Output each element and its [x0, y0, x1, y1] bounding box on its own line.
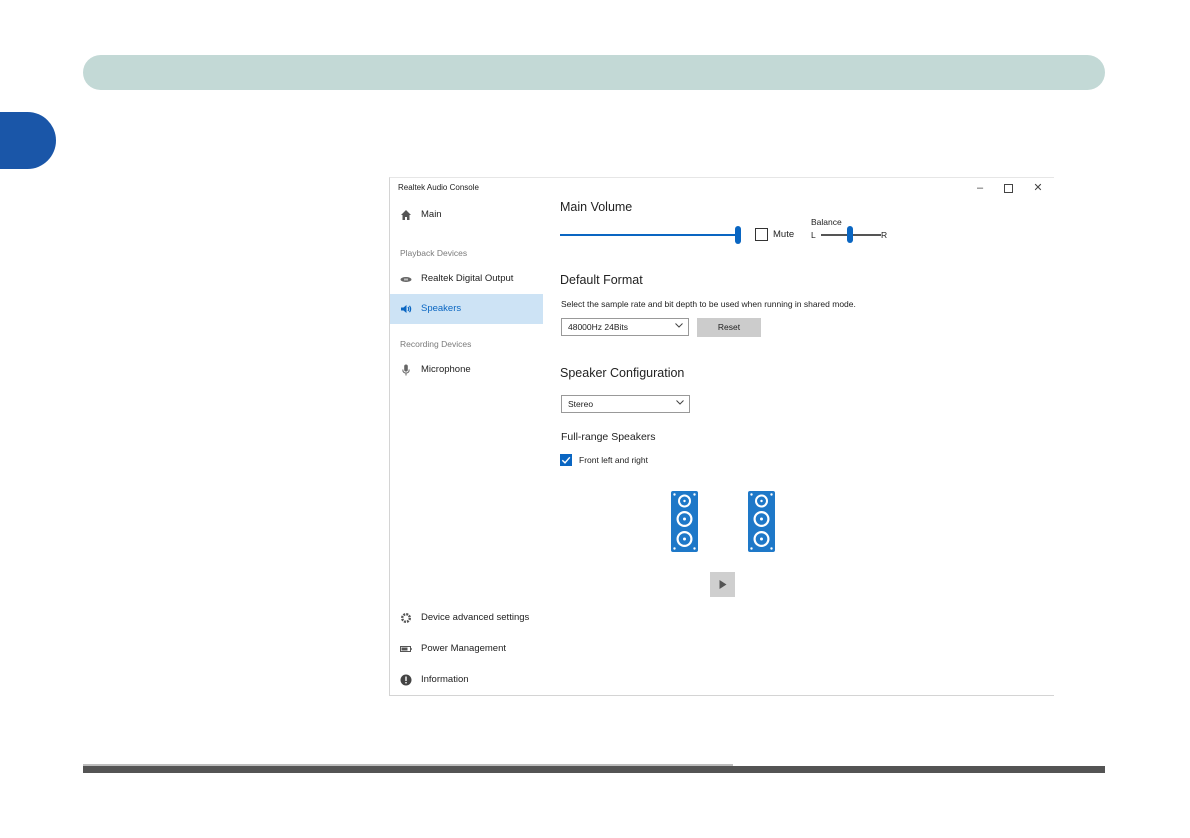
gear-icon	[401, 613, 411, 623]
page-header-banner	[83, 55, 1105, 90]
speaker-configuration-value: Stereo	[568, 399, 594, 409]
sidebar-item-main[interactable]: Main	[390, 200, 543, 230]
speaker-icon	[401, 305, 412, 313]
balance-slider-thumb[interactable]	[847, 226, 853, 243]
sidebar-item-label: Microphone	[421, 364, 471, 375]
chapter-tab	[0, 112, 56, 169]
home-icon	[401, 210, 411, 220]
front-right-speaker-icon[interactable]	[748, 491, 775, 552]
close-button[interactable]: ✕	[1024, 180, 1052, 196]
mute-checkbox[interactable]	[755, 228, 768, 241]
sidebar-item-information[interactable]: Information	[390, 665, 543, 695]
full-range-speakers-title: Full-range Speakers	[561, 431, 656, 443]
title-bar: Realtek Audio Console – ✕	[390, 178, 1054, 198]
sidebar-item-label: Speakers	[421, 303, 462, 314]
recording-devices-heading: Recording Devices	[400, 339, 472, 349]
check-icon	[561, 456, 571, 464]
sidebar-item-microphone[interactable]: Microphone	[390, 355, 543, 385]
default-format-title: Default Format	[560, 273, 643, 287]
sample-rate-value: 48000Hz 24Bits	[568, 322, 629, 332]
balance-left-label: L	[811, 230, 816, 240]
sidebar-item-digital-output[interactable]: Realtek Digital Output	[390, 264, 543, 294]
front-left-right-checkbox[interactable]	[560, 454, 572, 466]
reset-button[interactable]: Reset	[697, 318, 761, 337]
sidebar-item-power-management[interactable]: Power Management	[390, 634, 543, 664]
mute-label: Mute	[773, 229, 795, 240]
maximize-button[interactable]	[994, 180, 1022, 196]
sidebar-item-label: Realtek Digital Output	[421, 273, 514, 284]
footer-rule	[83, 764, 1105, 773]
maximize-icon	[1003, 183, 1013, 193]
realtek-audio-console-window: Realtek Audio Console – ✕ Main Playback …	[389, 177, 1054, 696]
front-left-right-label: Front left and right	[579, 455, 648, 465]
info-icon	[400, 674, 412, 686]
main-volume-title: Main Volume	[560, 200, 633, 214]
play-test-button[interactable]	[710, 572, 735, 597]
sample-rate-select[interactable]: 48000Hz 24Bits	[561, 318, 689, 336]
balance-right-label: R	[881, 230, 888, 240]
window-title: Realtek Audio Console	[398, 183, 479, 192]
main-volume-slider-thumb[interactable]	[735, 226, 741, 244]
sidebar-item-label: Device advanced settings	[421, 612, 530, 623]
play-icon	[719, 580, 727, 589]
speaker-configuration-select[interactable]: Stereo	[561, 395, 690, 413]
digital-output-icon	[400, 277, 412, 282]
balance-label: Balance	[811, 217, 842, 227]
playback-devices-heading: Playback Devices	[400, 248, 468, 258]
sidebar-item-device-advanced-settings[interactable]: Device advanced settings	[390, 603, 543, 633]
sidebar-item-speakers[interactable]: Speakers	[390, 294, 543, 324]
battery-icon	[400, 646, 412, 652]
sidebar-item-label: Information	[421, 674, 469, 685]
minimize-button[interactable]: –	[966, 180, 994, 196]
microphone-icon	[402, 364, 410, 376]
sidebar-item-label: Power Management	[421, 643, 507, 654]
default-format-description: Select the sample rate and bit depth to …	[561, 299, 856, 309]
chevron-down-icon	[675, 323, 683, 328]
chevron-down-icon	[676, 400, 684, 405]
sidebar-item-label: Main	[421, 209, 442, 220]
speaker-configuration-title: Speaker Configuration	[560, 366, 685, 380]
front-left-speaker-icon[interactable]	[671, 491, 698, 552]
main-volume-slider-track[interactable]	[560, 234, 740, 236]
